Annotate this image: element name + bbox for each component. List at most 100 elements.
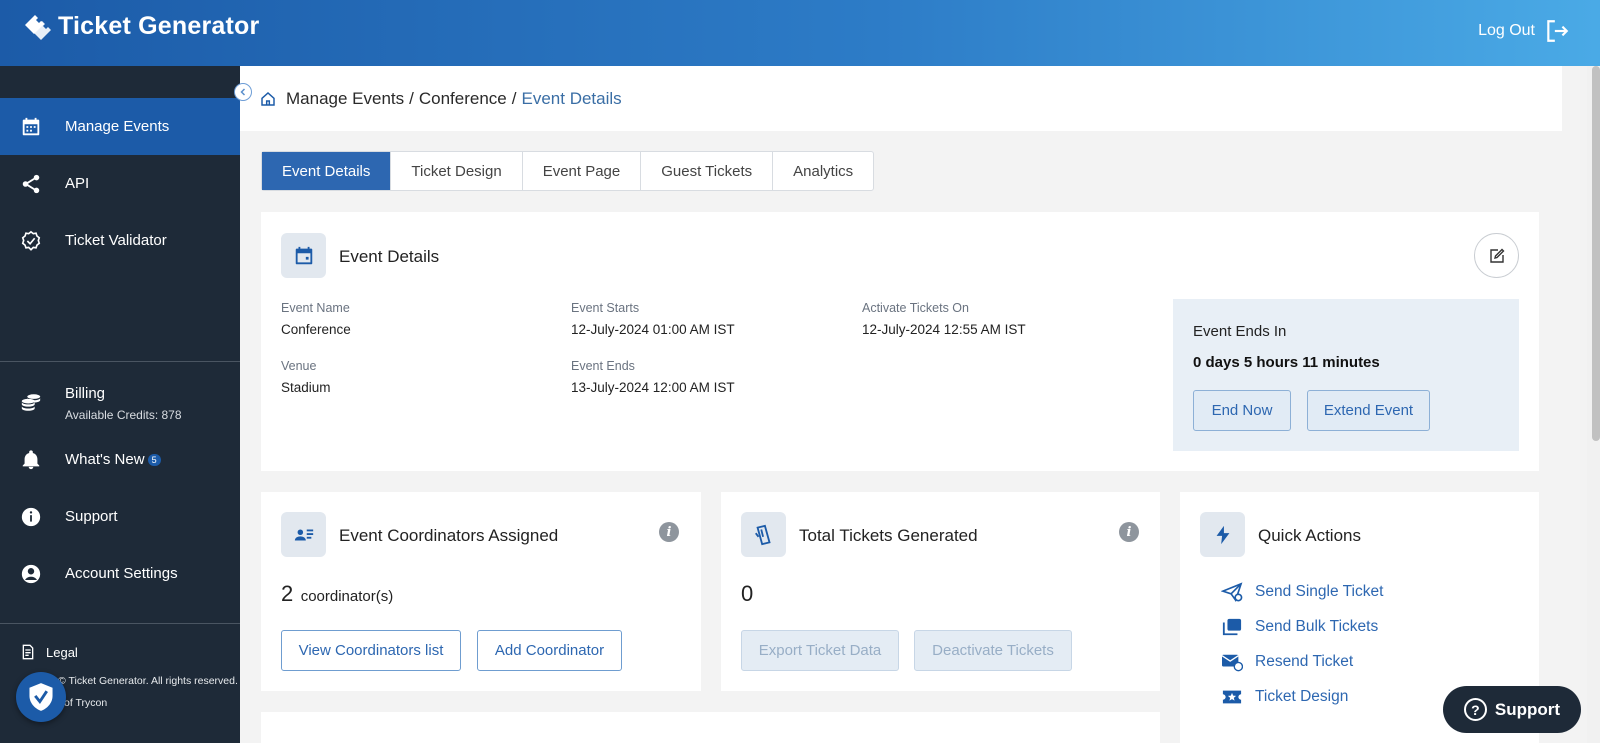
edit-event-button[interactable] [1474,233,1519,278]
quick-actions-icon-box [1200,512,1245,557]
event-starts-label: Event Starts [571,301,640,315]
tickets-title: Total Tickets Generated [799,526,978,545]
top-header: Ticket Generator Log Out [0,0,1600,66]
logout-label: Log Out [1478,22,1535,39]
tab-analytics[interactable]: Analytics [773,152,873,190]
ticket-logo-icon [25,14,51,40]
copyright-text: © Ticket Generator. All rights reserved. [58,675,238,687]
sidebar-item-billing[interactable]: Billing Available Credits: 878 [0,373,240,433]
activate-tickets-label: Activate Tickets On [862,301,969,315]
sidebar-divider [0,623,240,624]
lightning-icon [1216,525,1229,544]
app-title: Ticket Generator [58,12,260,40]
sidebar-item-label: Manage Events [65,118,170,135]
mail-refresh-icon [1221,654,1243,672]
breadcrumb-separator: / [511,88,517,108]
qa-link-label: Resend Ticket [1255,653,1354,670]
venue-label: Venue [281,359,317,373]
sidebar-collapse-button[interactable] [234,83,252,101]
info-circle-icon [21,507,41,526]
support-label: Support [65,508,118,525]
sidebar-item-whats-new[interactable]: What's New 5 [0,431,240,488]
coordinator-count: 2 [281,581,294,606]
calendar-icon [295,246,312,264]
export-ticket-data-button[interactable]: Export Ticket Data [741,630,899,671]
support-fab-label: Support [1494,699,1561,719]
company-text: of Trycon [64,697,108,709]
scrollbar-thumb[interactable] [1592,66,1600,441]
end-now-button[interactable]: End Now [1193,390,1291,431]
event-icon-box [281,233,326,278]
event-ends-in-panel: Event Ends In 0 days 5 hours 11 minutes … [1173,299,1519,451]
account-circle-icon [21,564,41,583]
venue-value: Stadium [281,380,331,395]
tab-ticket-design[interactable]: Ticket Design [391,152,523,190]
security-shield-button[interactable] [16,672,66,722]
verified-badge-icon [21,230,41,251]
home-icon[interactable] [260,91,276,107]
event-name-value: Conference [281,322,351,337]
quick-actions-title: Quick Actions [1258,526,1361,545]
extend-event-button[interactable]: Extend Event [1307,390,1430,431]
tab-event-details[interactable]: Event Details [262,152,392,190]
stacked-cards-icon [1222,618,1242,636]
sidebar-divider [0,361,240,362]
sidebar-item-ticket-validator[interactable]: Ticket Validator [0,212,240,269]
tickets-count: 0 [741,581,754,606]
sidebar-item-label: API [65,175,90,192]
event-details-card: Event Details Event Name Conference Venu… [261,212,1539,471]
send-bulk-tickets-link[interactable]: Send Bulk Tickets [1221,617,1378,637]
event-starts-value: 12-July-2024 01:00 AM IST [571,322,735,337]
ticket-hand-icon [754,524,771,545]
sidebar-item-label: Ticket Validator [65,232,167,249]
coordinators-icon-box [281,512,326,557]
breadcrumb-separator: / [409,88,414,108]
sidebar-item-account-settings[interactable]: Account Settings [0,545,240,602]
info-icon[interactable]: i [659,522,679,542]
ticket-star-icon [1222,690,1242,704]
breadcrumb-conference[interactable]: Conference [419,89,507,109]
sidebar-item-support[interactable]: Support [0,488,240,545]
breadcrumb: Manage Events / Conference / Event Detai… [240,66,1562,131]
event-ends-value: 13-July-2024 12:00 AM IST [571,380,735,395]
coordinator-unit: coordinator(s) [300,588,394,605]
add-coordinator-button[interactable]: Add Coordinator [477,630,622,671]
breadcrumb-manage-events[interactable]: Manage Events [286,89,404,109]
sidebar-item-manage-events[interactable]: Manage Events [0,98,240,155]
event-ends-in-value: 0 days 5 hours 11 minutes [1193,354,1380,371]
event-ends-label: Event Ends [571,359,635,373]
tab-event-page[interactable]: Event Page [523,152,642,190]
logout-button[interactable]: Log Out [1478,18,1570,44]
deactivate-tickets-button[interactable]: Deactivate Tickets [914,630,1072,671]
coins-icon [21,394,41,411]
view-coordinators-button[interactable]: View Coordinators list [281,630,461,671]
bell-icon [22,449,40,469]
send-single-ticket-link[interactable]: Send Single Ticket [1221,582,1383,602]
ticket-design-link[interactable]: Ticket Design [1221,687,1348,707]
tab-guest-tickets[interactable]: Guest Tickets [641,152,774,190]
info-icon[interactable]: i [1119,522,1139,542]
support-chat-button[interactable]: ? Support [1443,686,1581,733]
sidebar-item-api[interactable]: API [0,155,240,212]
coordinator-count-row: 2 coordinator(s) [281,581,393,607]
legal-link[interactable]: Legal [20,644,78,660]
qa-link-label: Ticket Design [1255,688,1349,705]
chevron-left-icon [240,88,246,96]
event-name-label: Event Name [281,301,350,315]
share-icon [22,174,40,193]
question-icon: ? [1463,698,1487,721]
breadcrumb-current: Event Details [521,88,622,108]
whats-new-label: What's New [65,451,145,468]
shield-check-icon [29,683,53,711]
event-details-title: Event Details [339,247,440,266]
contact-list-icon [294,529,313,540]
account-settings-label: Account Settings [65,565,178,582]
edit-icon [1489,248,1504,263]
event-ends-in-label: Event Ends In [1193,323,1287,340]
coordinators-card: Event Coordinators Assigned i 2 coordina… [261,492,701,691]
brand-logo[interactable]: Ticket Generator [22,12,259,41]
legal-label: Legal [46,644,78,660]
resend-ticket-link[interactable]: Resend Ticket [1221,652,1353,672]
next-section-card [261,712,1160,743]
qa-link-label: Send Single Ticket [1255,583,1384,600]
